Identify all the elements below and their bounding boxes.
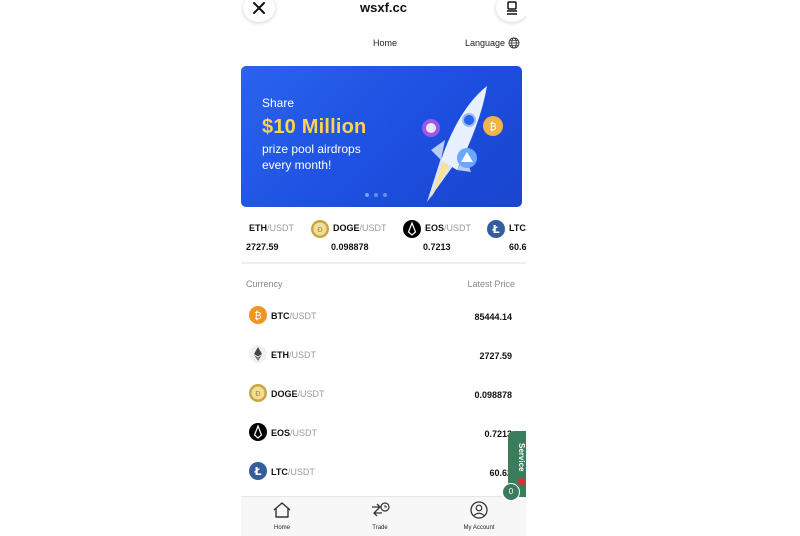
top-bar: wsxf.cc [241, 0, 526, 22]
svg-text:Ð: Ð [255, 390, 261, 398]
market-row[interactable]: ₿ BTC/USDT 85444.14 [241, 306, 526, 345]
banner-line-3: every month! [262, 158, 332, 172]
svg-text:₿: ₿ [254, 310, 261, 322]
ticker-price: 0.098878 [331, 242, 369, 252]
ticker-pair: LTC [509, 223, 526, 233]
ticker-price: 2727.59 [246, 242, 279, 252]
ethereum-icon [241, 220, 245, 243]
promo-banner[interactable]: Share $10 Million prize pool airdrops ev… [241, 66, 522, 207]
svg-text:Ł: Ł [491, 223, 499, 236]
litecoin-icon: Ł [249, 462, 267, 485]
market-row[interactable]: Ð DOGE/USDT 0.098878 [241, 384, 526, 423]
rocket-illustration: ₿ [422, 86, 503, 202]
account-icon [470, 501, 488, 519]
trade-icon [372, 502, 390, 517]
eos-icon [403, 220, 421, 243]
notification-dot [518, 478, 525, 485]
bottom-nav-home[interactable]: Home [252, 501, 312, 531]
ticker-pair: DOGE/USDT [333, 223, 387, 233]
ticker-pair: EOS/USDT [425, 223, 472, 233]
pagination-dot[interactable] [383, 193, 387, 197]
market-row[interactable]: EOS/USDT 0.7213 [241, 423, 526, 462]
service-unread-count: 0 [502, 483, 520, 501]
ticker-price: 60.6 [509, 242, 526, 252]
menu-button[interactable] [496, 0, 526, 22]
bottom-nav-my-account-label: My Account [463, 525, 495, 531]
litecoin-icon: Ł [487, 220, 505, 243]
market-row[interactable]: ETH/USDT 2727.59 [241, 345, 526, 384]
home-icon [273, 502, 291, 518]
banner-pagination[interactable] [365, 193, 387, 197]
market-pair: BTC/USDT [271, 311, 317, 321]
market-price: 0.098878 [474, 390, 512, 400]
bottom-nav-trade[interactable]: Trade [350, 501, 410, 531]
pagination-dot[interactable] [374, 193, 378, 197]
bottom-nav: Home Trade My Account [241, 496, 526, 536]
banner-line-2: prize pool airdrops [262, 142, 361, 156]
ticker-strip[interactable]: ETH/USDT 2727.59 Ð DOGE/USDT 0.098878 EO… [241, 218, 526, 264]
svg-text:Ł: Ł [253, 465, 261, 478]
banner-share-text: Share [262, 96, 295, 110]
site-title: wsxf.cc [360, 0, 407, 15]
nav-home-link[interactable]: Home [373, 38, 397, 48]
bitcoin-icon: ₿ [249, 306, 267, 329]
bottom-nav-trade-label: Trade [372, 525, 388, 531]
ticker-pair: ETH/USDT [249, 223, 294, 233]
pagination-dot[interactable] [365, 193, 369, 197]
svg-text:Ð: Ð [317, 226, 323, 234]
banner-amount: $10 Million [262, 116, 367, 138]
language-selector[interactable]: Language [465, 37, 520, 49]
eos-icon [249, 423, 267, 446]
dogecoin-icon: Ð [249, 384, 267, 407]
market-price: 85444.14 [474, 312, 512, 322]
bottom-nav-my-account[interactable]: My Account [449, 501, 509, 531]
market-pair: DOGE/USDT [271, 389, 325, 399]
service-chat-button[interactable]: Service 0 [502, 431, 526, 501]
dogecoin-icon: Ð [311, 220, 329, 243]
language-label: Language [464, 38, 505, 48]
market-pair: LTC/USDT [271, 467, 315, 477]
market-price: 2727.59 [479, 351, 512, 361]
svg-text:₿: ₿ [489, 121, 496, 133]
ticker-price: 0.7213 [423, 242, 451, 252]
column-header-currency: Currency [246, 279, 283, 289]
market-pair: ETH/USDT [271, 350, 316, 360]
globe-icon [508, 37, 520, 49]
app-screen: wsxf.cc Home Language Share $10 Million … [241, 0, 526, 536]
column-header-latest-price: Latest Price [467, 279, 515, 289]
ethereum-icon [249, 345, 267, 368]
service-label: Service [517, 442, 526, 472]
bottom-nav-home-label: Home [273, 525, 290, 531]
market-pair: EOS/USDT [271, 428, 318, 438]
menu-icon [507, 1, 517, 15]
